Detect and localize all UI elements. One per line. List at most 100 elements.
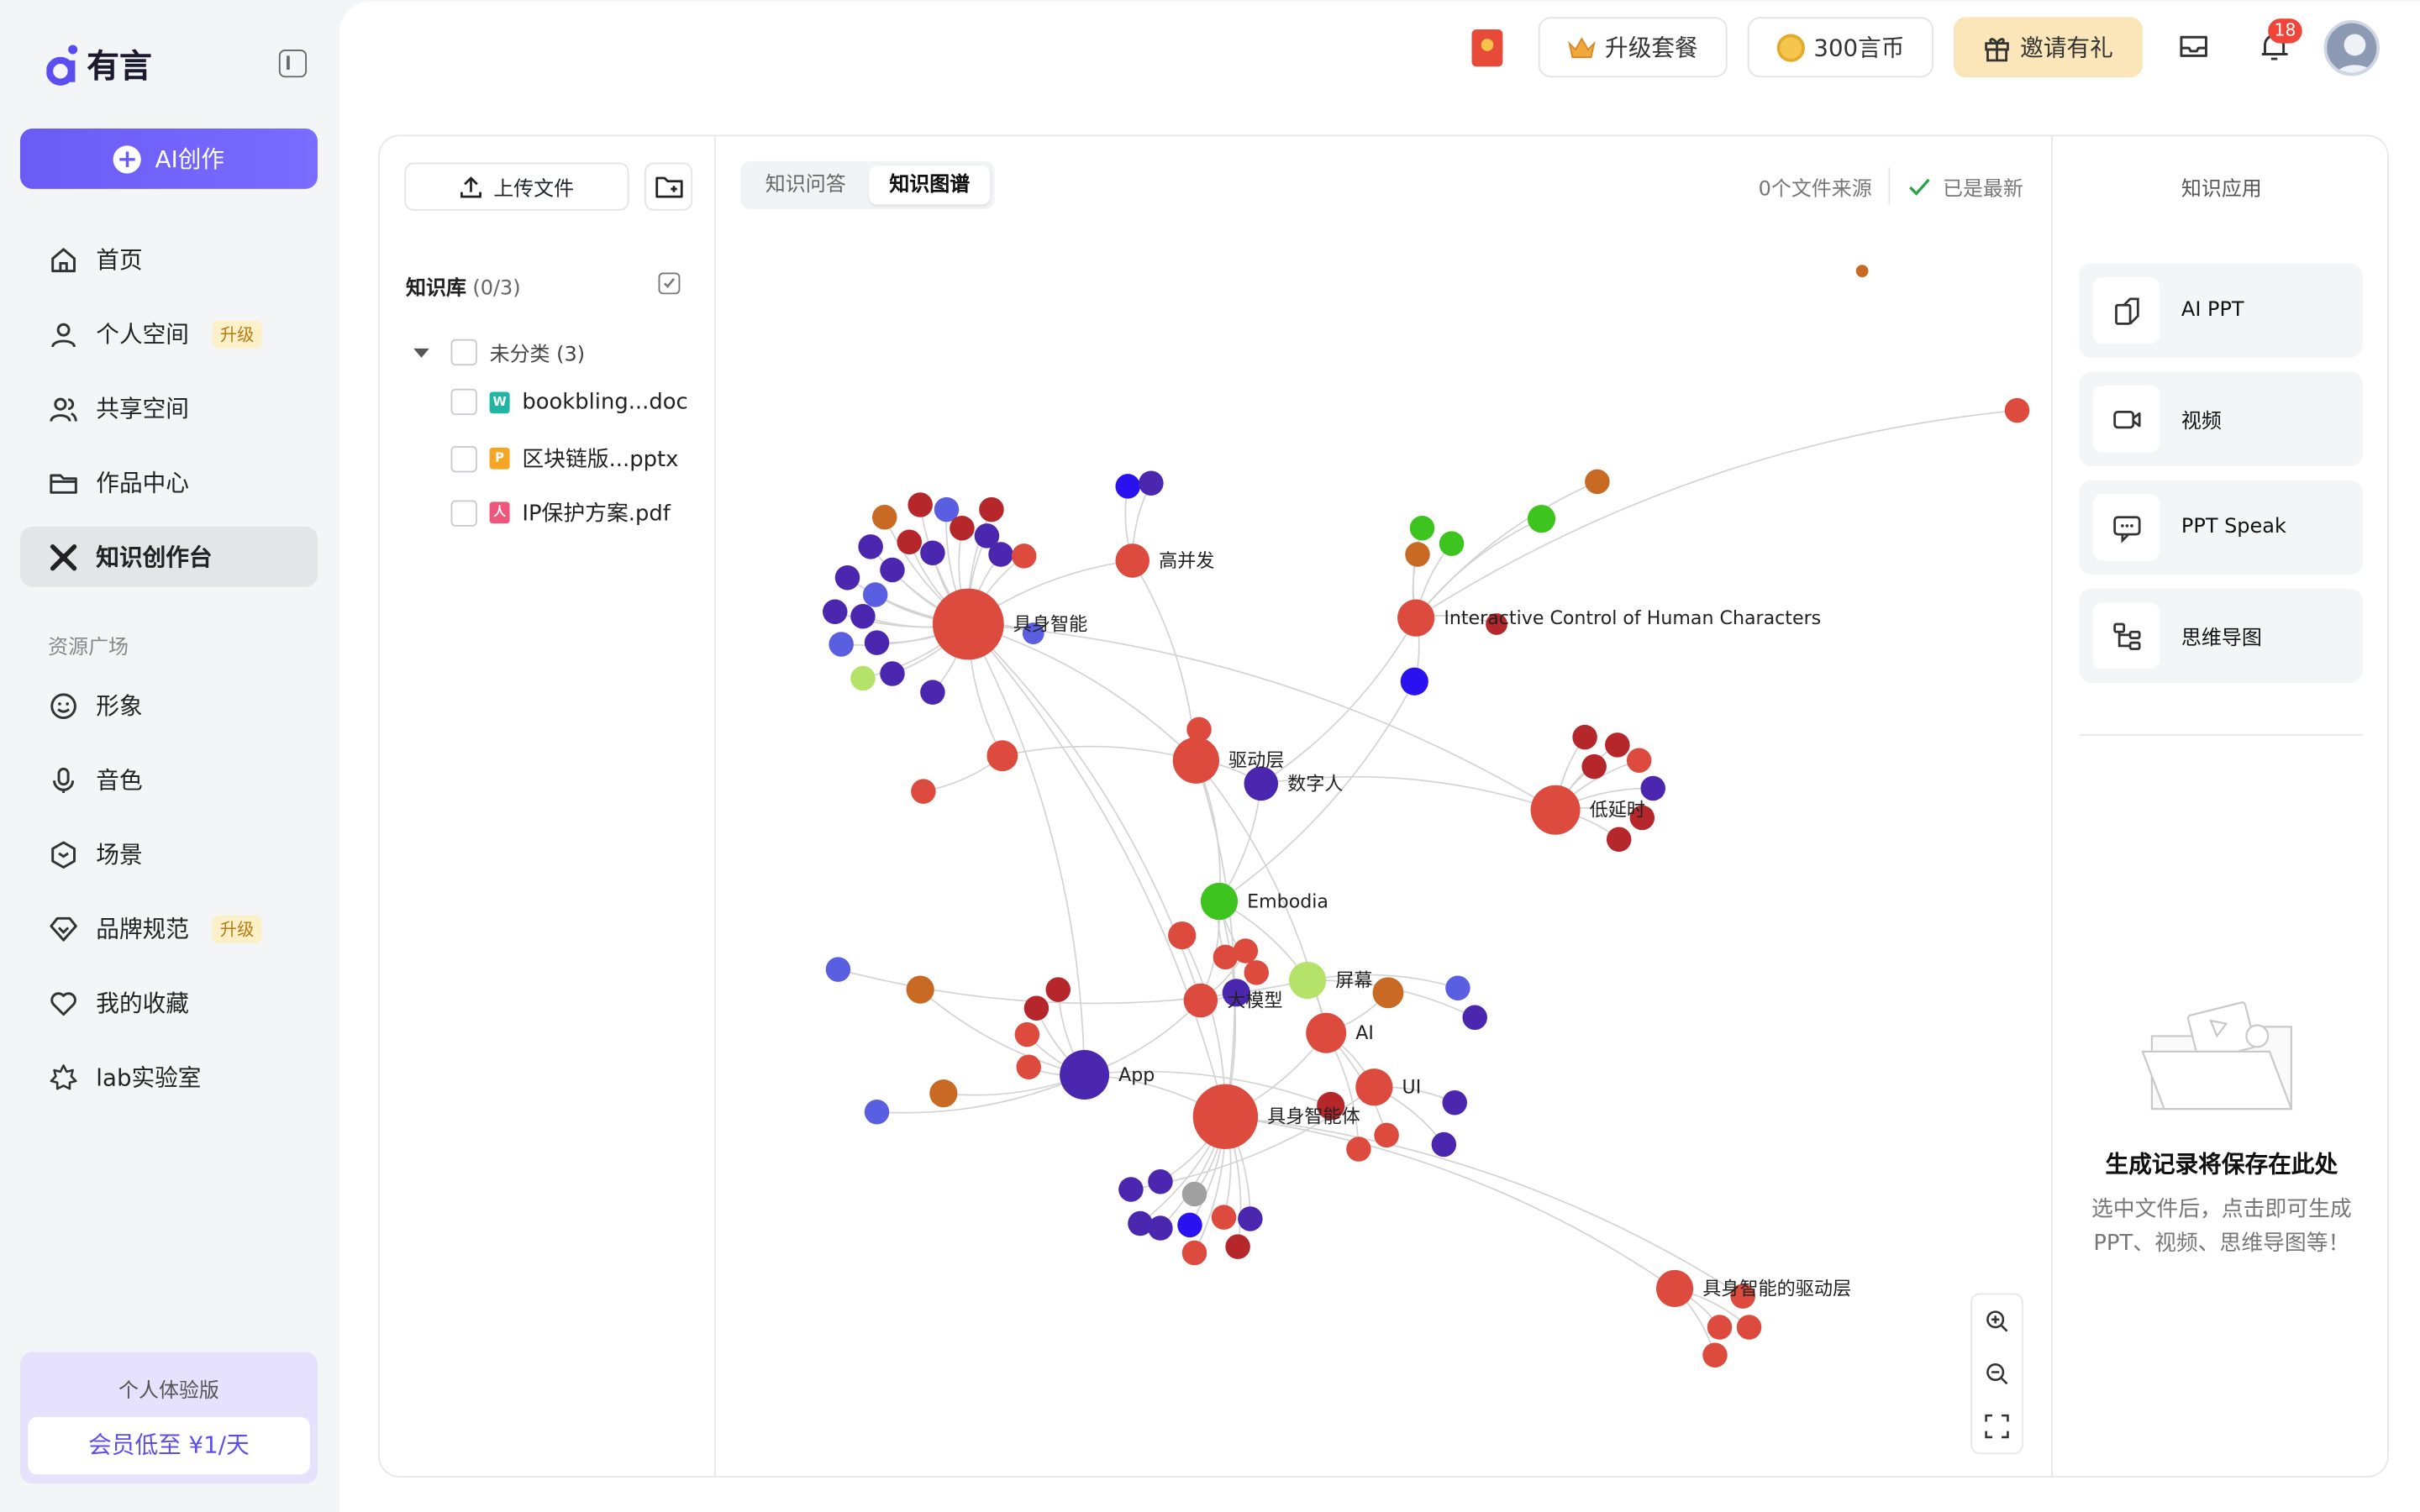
tab-knowledge-graph[interactable]: 知识图谱 (869, 165, 991, 205)
user-avatar[interactable] (2323, 19, 2380, 76)
graph-node[interactable] (1148, 1168, 1173, 1194)
graph-node[interactable] (872, 505, 897, 530)
new-folder-button[interactable] (644, 162, 693, 211)
graph-node[interactable] (1177, 1212, 1202, 1238)
nav-favorites[interactable]: 我的收藏 (20, 973, 318, 1033)
graph-node[interactable] (1306, 1012, 1347, 1053)
caret-down-icon[interactable] (412, 344, 430, 360)
graph-node[interactable] (1640, 775, 1665, 801)
graph-node[interactable] (1400, 667, 1428, 696)
graph-node[interactable] (864, 630, 890, 655)
collapse-sidebar-icon[interactable] (278, 49, 308, 78)
upload-file-button[interactable]: 上传文件 (404, 162, 629, 211)
graph-node[interactable] (897, 529, 923, 555)
graph-node[interactable] (1115, 474, 1140, 499)
graph-node[interactable] (1655, 1269, 1694, 1308)
nav-shared-space[interactable]: 共享空间 (20, 378, 318, 438)
nav-personal-space[interactable]: 个人空间 升级 (20, 303, 318, 364)
graph-node[interactable] (1439, 531, 1465, 556)
membership-button[interactable]: 会员低至 ¥1/天 (28, 1416, 310, 1475)
ai-create-button[interactable]: + AI创作 (19, 129, 318, 189)
zoom-out-button[interactable] (1972, 1347, 2022, 1400)
graph-node[interactable] (829, 632, 854, 657)
graph-node[interactable] (920, 680, 945, 705)
invite-button[interactable]: 邀请有礼 (1953, 17, 2143, 78)
inbox-icon[interactable] (2175, 28, 2212, 65)
graph-node[interactable] (1211, 1205, 1237, 1230)
graph-node[interactable] (1192, 1084, 1259, 1150)
nav-avatar[interactable]: 形象 (20, 675, 318, 736)
graph-node[interactable] (1374, 1122, 1399, 1148)
graph-node[interactable] (858, 534, 883, 559)
graph-node[interactable] (911, 779, 936, 804)
brand-logo[interactable]: 有言 (45, 42, 152, 88)
graph-node[interactable] (1736, 1315, 1762, 1340)
graph-node[interactable] (932, 588, 1004, 660)
graph-node[interactable] (880, 661, 905, 686)
graph-node[interactable] (1016, 1054, 1041, 1080)
app-mindmap[interactable]: 思维导图 (2079, 588, 2363, 684)
graph-node[interactable] (1530, 785, 1581, 835)
graph-node[interactable] (1233, 938, 1259, 963)
graph-node[interactable] (1397, 599, 1435, 637)
graph-node[interactable] (1244, 960, 1269, 985)
graph-node[interactable] (1409, 515, 1435, 541)
graph-node[interactable] (1014, 1021, 1040, 1047)
graph-node[interactable] (1060, 1050, 1110, 1100)
app-ppt-speak[interactable]: PPT Speak (2079, 480, 2363, 575)
graph-node[interactable] (1581, 753, 1607, 780)
graph-node[interactable] (1431, 1131, 1457, 1158)
nav-scene[interactable]: 场景 (20, 824, 318, 885)
graph-node[interactable] (1585, 469, 1610, 495)
fit-screen-button[interactable] (1972, 1400, 2022, 1453)
upgrade-plan-button[interactable]: 升级套餐 (1538, 17, 1728, 78)
graph-node[interactable] (1572, 724, 1597, 750)
graph-node[interactable] (1045, 977, 1071, 1002)
select-all-icon[interactable] (658, 272, 681, 295)
graph-node[interactable] (1606, 827, 1632, 853)
graph-node[interactable] (1605, 732, 1630, 758)
checkbox[interactable] (450, 445, 477, 472)
app-video[interactable]: 视频 (2079, 371, 2363, 466)
graph-node[interactable] (1702, 1342, 1728, 1368)
graph-node[interactable] (1168, 921, 1197, 950)
graph-node[interactable] (1442, 1089, 1467, 1116)
graph-node[interactable] (1011, 543, 1037, 569)
graph-node[interactable] (864, 1100, 890, 1125)
nav-home[interactable]: 首页 (20, 229, 318, 290)
graph-node[interactable] (986, 740, 1018, 772)
knowledge-graph[interactable]: 具身智能 高并发 Interactive Control of Human Char… (716, 136, 2051, 1478)
file-row[interactable]: W bookbling...doc (450, 388, 688, 416)
checkbox[interactable] (450, 388, 477, 416)
graph-node[interactable] (825, 957, 851, 982)
graph-node[interactable] (979, 496, 1004, 522)
file-row[interactable]: P 区块链版...pptx (450, 443, 678, 474)
graph-node[interactable] (1372, 977, 1404, 1009)
tab-knowledge-qa[interactable]: 知识问答 (745, 165, 866, 204)
nav-brand-guide[interactable]: 品牌规范 升级 (20, 898, 318, 958)
graph-node[interactable] (1707, 1315, 1733, 1340)
graph-node[interactable] (1183, 983, 1218, 1018)
graph-node[interactable] (850, 604, 876, 629)
graph-node[interactable] (1462, 1005, 1487, 1031)
graph-node[interactable] (2004, 397, 2030, 423)
graph-node[interactable] (1023, 995, 1050, 1021)
graph-node[interactable] (1445, 975, 1470, 1001)
zoom-in-button[interactable] (1972, 1294, 2022, 1347)
graph-node[interactable] (1346, 1137, 1371, 1162)
graph-node[interactable] (906, 975, 934, 1004)
graph-node[interactable] (1527, 505, 1556, 533)
graph-node[interactable] (1238, 1206, 1263, 1231)
graph-node[interactable] (1118, 1177, 1144, 1202)
graph-node[interactable] (1148, 1215, 1173, 1241)
graph-node[interactable] (908, 492, 933, 517)
graph-node[interactable] (920, 540, 945, 565)
nav-works-center[interactable]: 作品中心 (20, 452, 318, 512)
graph-node[interactable] (834, 564, 860, 591)
graph-node[interactable] (1181, 1240, 1207, 1266)
graph-node[interactable] (1115, 543, 1150, 578)
graph-node[interactable] (1172, 737, 1219, 784)
graph-node[interactable] (1139, 470, 1164, 496)
graph-node[interactable] (1855, 265, 1869, 278)
app-ai-ppt[interactable]: AI PPT (2079, 263, 2363, 358)
